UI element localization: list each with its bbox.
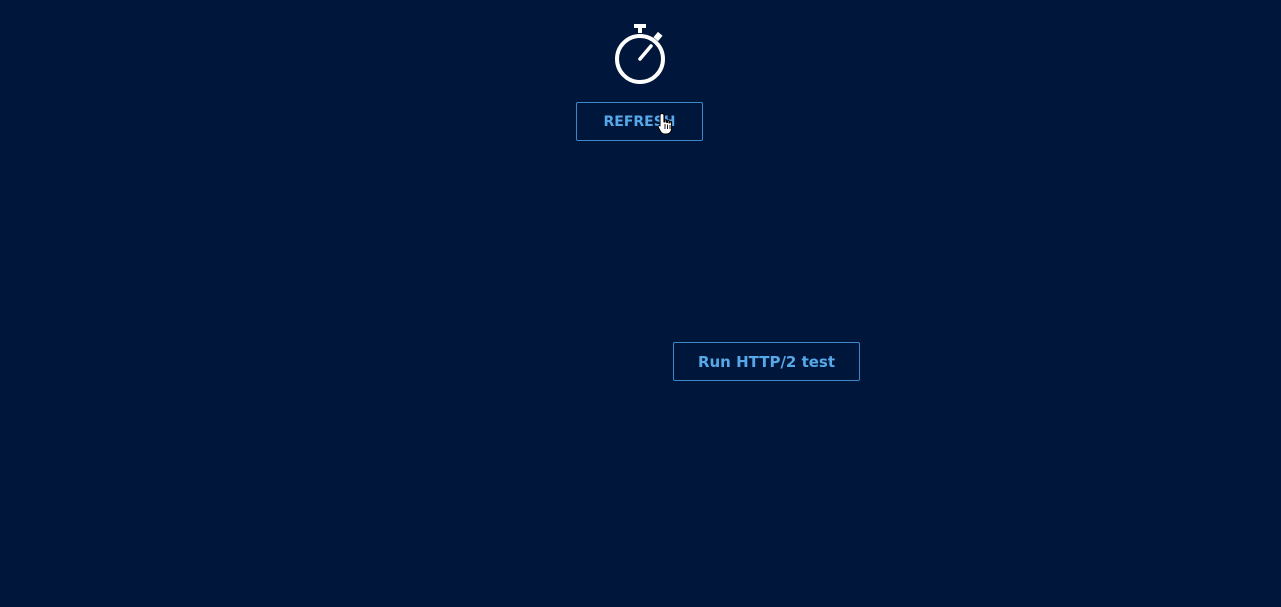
refresh-button[interactable]: REFRESH	[576, 102, 703, 141]
stopwatch-icon	[615, 24, 665, 84]
run-http2-test-button[interactable]: Run HTTP/2 test	[673, 342, 860, 381]
page: REFRESH Run HTTP/2 test	[0, 0, 1281, 607]
